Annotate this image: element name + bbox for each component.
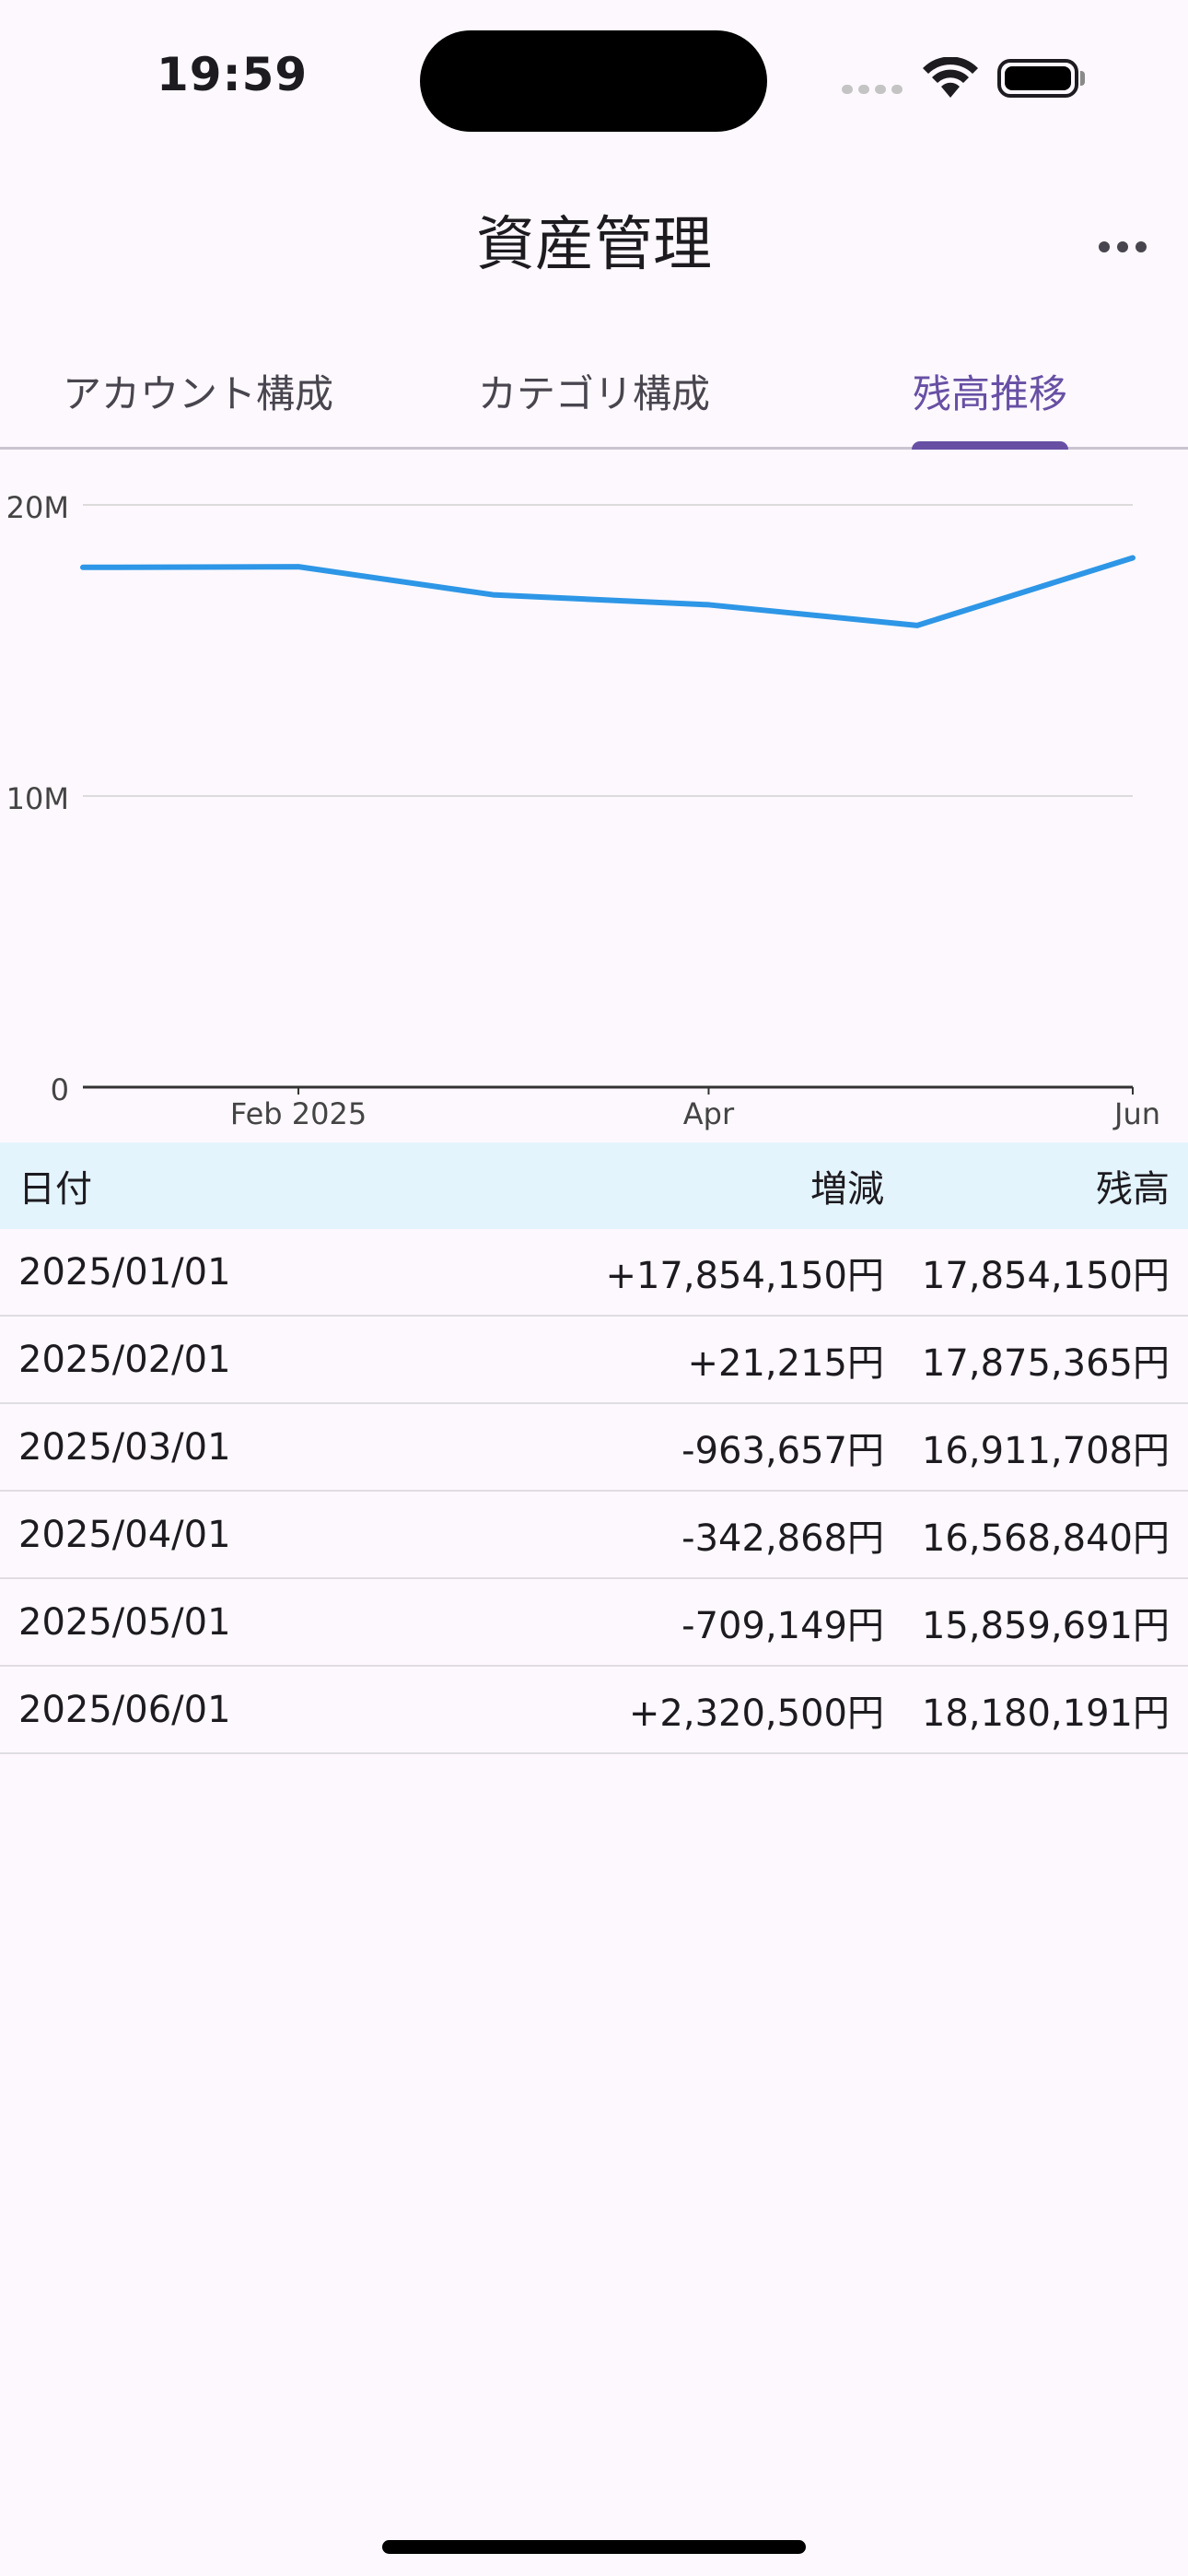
cell-date: 2025/02/01 bbox=[18, 1338, 231, 1381]
cell-balance: 18,180,191円 bbox=[921, 1692, 1170, 1735]
tab-label: アカウント構成 bbox=[62, 371, 333, 416]
status-bar: 19:59 bbox=[0, 0, 1188, 157]
cell-balance: 15,859,691円 bbox=[921, 1604, 1170, 1647]
more-dot-icon bbox=[1099, 241, 1110, 252]
header-date: 日付 bbox=[18, 1168, 92, 1211]
status-time: 19:59 bbox=[157, 48, 309, 101]
home-indicator[interactable] bbox=[382, 2540, 806, 2554]
table-row[interactable]: 2025/04/01 -342,868円 16,568,840円 bbox=[0, 1492, 1188, 1579]
table-row[interactable]: 2025/06/01 +2,320,500円 18,180,191円 bbox=[0, 1667, 1188, 1754]
balance-line-chart: 0 10M 20M Feb 2025 Apr Jun bbox=[6, 490, 1160, 1131]
series-line bbox=[80, 555, 1136, 628]
dynamic-island bbox=[420, 30, 767, 132]
cell-delta: +17,854,150円 bbox=[605, 1254, 884, 1297]
table-row[interactable]: 2025/02/01 +21,215円 17,875,365円 bbox=[0, 1317, 1188, 1404]
tab-active-indicator bbox=[912, 441, 1068, 450]
cell-balance: 16,911,708円 bbox=[921, 1429, 1170, 1472]
table-row[interactable]: 2025/03/01 -963,657円 16,911,708円 bbox=[0, 1404, 1188, 1492]
cell-balance: 17,854,150円 bbox=[921, 1254, 1170, 1297]
tab-balance-trend[interactable]: 残高推移 bbox=[792, 335, 1188, 450]
cell-balance: 16,568,840円 bbox=[921, 1516, 1170, 1560]
y-tick-label: 10M bbox=[6, 781, 69, 816]
cell-delta: -342,868円 bbox=[681, 1516, 884, 1560]
wifi-icon bbox=[923, 57, 978, 98]
x-tick-label: Jun bbox=[1112, 1096, 1160, 1131]
cell-delta: -709,149円 bbox=[681, 1604, 884, 1647]
header-balance: 残高 bbox=[1096, 1168, 1170, 1211]
cell-date: 2025/03/01 bbox=[18, 1425, 231, 1469]
table-header: 日付 増減 残高 bbox=[0, 1142, 1188, 1229]
x-tick-label: Apr bbox=[683, 1096, 735, 1131]
tab-bar: アカウント構成 カテゴリ構成 残高推移 bbox=[0, 335, 1188, 450]
battery-icon bbox=[997, 59, 1078, 98]
cell-delta: +2,320,500円 bbox=[628, 1692, 884, 1735]
x-tick-label: Feb 2025 bbox=[230, 1096, 367, 1131]
tab-account-composition[interactable]: アカウント構成 bbox=[0, 335, 396, 447]
cell-date: 2025/06/01 bbox=[18, 1688, 231, 1731]
table-row[interactable]: 2025/01/01 +17,854,150円 17,854,150円 bbox=[0, 1229, 1188, 1317]
more-dot-icon bbox=[1117, 241, 1128, 252]
cellular-signal-icon bbox=[842, 85, 903, 94]
cell-date: 2025/01/01 bbox=[18, 1250, 231, 1294]
y-tick-label: 20M bbox=[6, 490, 69, 525]
tab-label: カテゴリ構成 bbox=[477, 371, 710, 416]
tab-label: 残高推移 bbox=[912, 371, 1067, 416]
battery-cap bbox=[1080, 71, 1085, 86]
more-dot-icon bbox=[1136, 241, 1147, 252]
page-title: 資産管理 bbox=[476, 211, 712, 279]
cell-delta: +21,215円 bbox=[687, 1341, 884, 1385]
balance-table: 日付 増減 残高 2025/01/01 +17,854,150円 17,854,… bbox=[0, 1142, 1188, 1754]
y-tick-label: 0 bbox=[51, 1072, 69, 1107]
table-row[interactable]: 2025/05/01 -709,149円 15,859,691円 bbox=[0, 1579, 1188, 1667]
header-delta: 増減 bbox=[810, 1168, 884, 1211]
cell-delta: -963,657円 bbox=[681, 1429, 884, 1472]
cell-date: 2025/05/01 bbox=[18, 1600, 231, 1644]
more-options-button[interactable] bbox=[1087, 219, 1159, 275]
cell-balance: 17,875,365円 bbox=[921, 1341, 1170, 1385]
tab-category-composition[interactable]: カテゴリ構成 bbox=[396, 335, 792, 447]
cell-date: 2025/04/01 bbox=[18, 1513, 231, 1556]
